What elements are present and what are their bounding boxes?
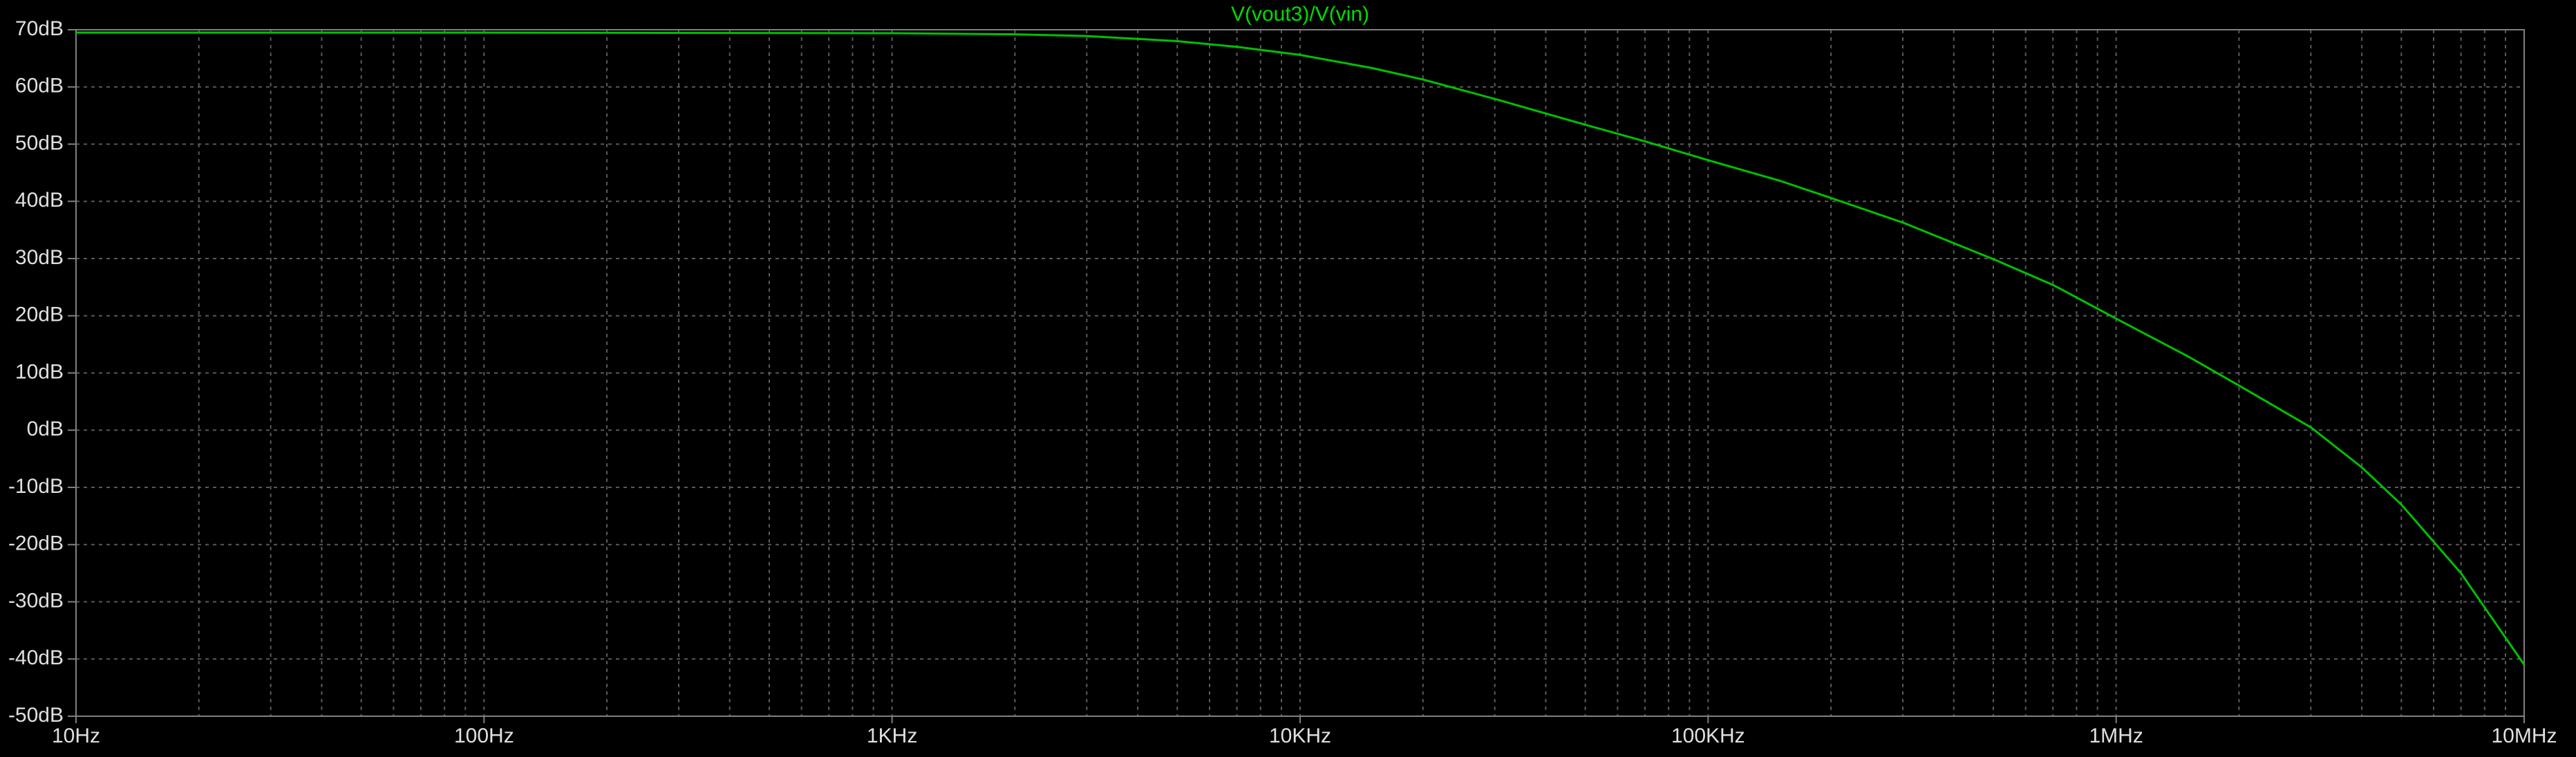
y-tick-label: 30dB [15, 246, 64, 269]
y-tick-label: 60dB [15, 75, 64, 97]
x-tick-label: 10Hz [52, 725, 100, 747]
x-tick-label: 10MHz [2491, 725, 2557, 747]
plot-canvas[interactable]: 70dB 60dB 50dB 40dB 30dB 20dB 10dB 0dB -10dB -20d… [0, 0, 2576, 754]
y-tick-label: 0dB [27, 418, 64, 440]
y-tick-label: 50dB [15, 131, 64, 154]
x-tick-label: 100Hz [454, 725, 514, 747]
y-tick-label: 70dB [15, 17, 64, 40]
y-tick-label: 40dB [15, 189, 64, 212]
trace-title[interactable]: V(vout3)/V(vin) [1231, 3, 1369, 26]
x-tick-label: 1KHz [867, 725, 917, 747]
y-tick-label: -40dB [8, 646, 64, 669]
y-tick-label: -50dB [8, 704, 64, 727]
y-tick-label: -30dB [8, 589, 64, 612]
plot-background [0, 0, 2576, 754]
y-tick-label: -20dB [8, 532, 64, 555]
x-tick-label: 1MHz [2089, 725, 2143, 747]
x-tick-label: 100KHz [1671, 725, 1745, 747]
y-tick-label: 20dB [15, 303, 64, 326]
x-tick-label: 10KHz [1269, 725, 1331, 747]
bode-plot[interactable]: 70dB 60dB 50dB 40dB 30dB 20dB 10dB 0dB -10dB -20d… [0, 0, 2576, 754]
y-tick-label: 10dB [15, 360, 64, 383]
y-tick-label: -10dB [8, 475, 64, 498]
